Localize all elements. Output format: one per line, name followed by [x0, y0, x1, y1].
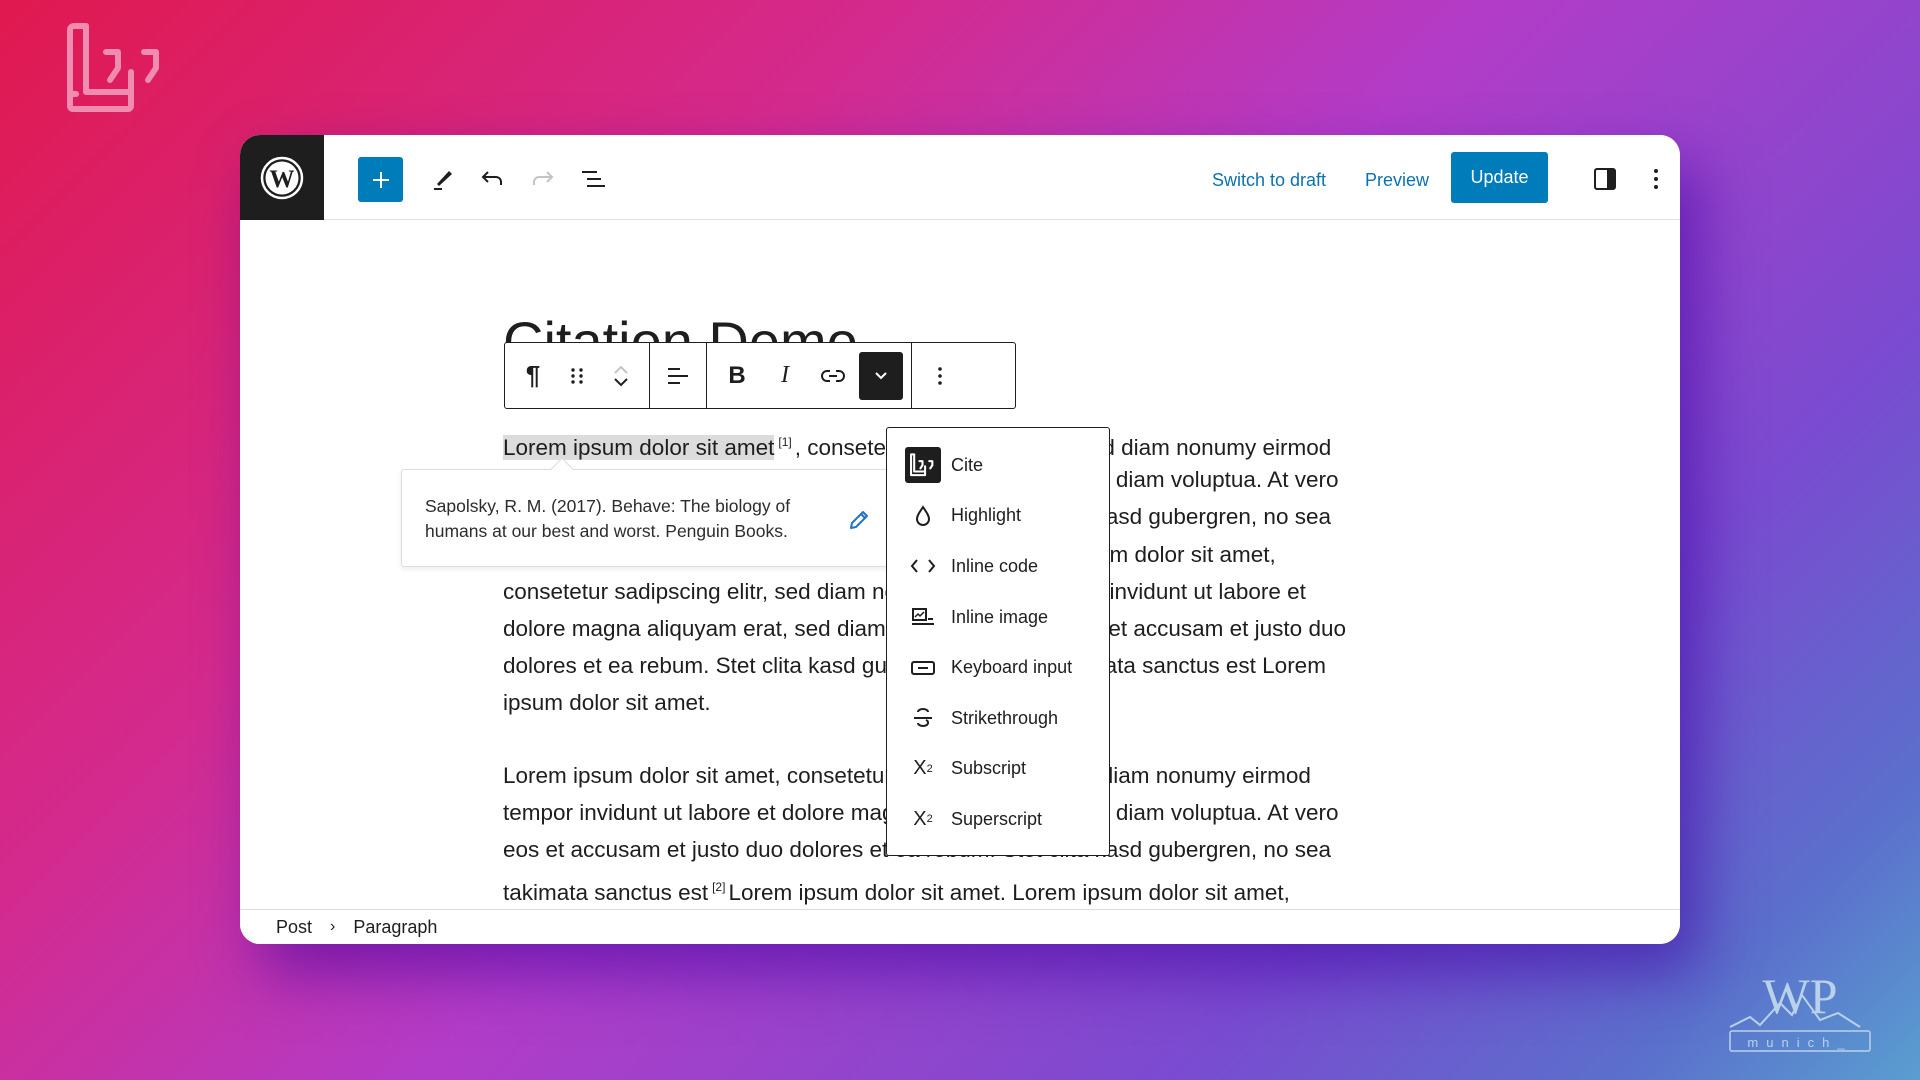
- menu-item-label: Inline code: [951, 555, 1039, 576]
- undo-button[interactable]: [470, 157, 514, 201]
- chevron-down-icon: [875, 371, 887, 379]
- tools-button[interactable]: [420, 157, 464, 201]
- italic-button[interactable]: I: [763, 352, 807, 400]
- citation-popover: Sapolsky, R. M. (2017). Behave: The biol…: [401, 457, 890, 567]
- menu-item-subscript[interactable]: X2 Subscript: [887, 744, 1109, 795]
- cite-icon: [905, 447, 941, 484]
- block-options-button[interactable]: [918, 352, 962, 400]
- format-dropdown-menu: Cite Highlight Inline code Inline image …: [886, 427, 1110, 856]
- align-button[interactable]: [656, 352, 700, 400]
- menu-item-keyboard-input[interactable]: Keyboard input: [887, 642, 1109, 693]
- more-formats-button[interactable]: [859, 351, 903, 400]
- move-up-icon[interactable]: [612, 364, 630, 376]
- menu-item-inline-image[interactable]: Inline image: [887, 592, 1109, 643]
- bold-icon: B: [728, 361, 746, 389]
- block-toolbar-group-format: B I: [707, 343, 912, 408]
- image-icon: [905, 599, 941, 635]
- menu-item-superscript[interactable]: X2 Superscript: [887, 794, 1109, 845]
- wordpress-logo-button[interactable]: W: [240, 135, 324, 220]
- block-toolbar-group-block: ¶: [505, 343, 650, 408]
- preview-button[interactable]: Preview: [1365, 163, 1429, 197]
- editor-header: W Switch to draft Preview Update: [240, 135, 1680, 220]
- link-button[interactable]: [811, 352, 855, 400]
- menu-item-strikethrough[interactable]: Strikethrough: [887, 693, 1109, 744]
- watermark-text: WP: [1763, 968, 1838, 1024]
- editor-window: W Switch to draft Preview Update Lorem i…: [240, 135, 1680, 944]
- menu-item-label: Highlight: [951, 505, 1022, 526]
- subscript-icon: X2: [913, 757, 933, 780]
- edit-citation-pencil-icon[interactable]: [846, 506, 872, 532]
- cite-brand-logo-icon: [67, 23, 159, 112]
- menu-item-label: Strikethrough: [951, 707, 1059, 728]
- redo-icon: [533, 171, 554, 185]
- undo-icon: [481, 171, 502, 185]
- sidebar-toggle-icon: [1594, 168, 1616, 190]
- pencil-icon: [434, 171, 452, 190]
- droplet-icon: [905, 498, 941, 534]
- move-down-icon[interactable]: [612, 376, 630, 388]
- list-view-icon: [582, 171, 605, 187]
- menu-item-highlight[interactable]: Highlight: [887, 491, 1109, 542]
- drag-handle-icon: [571, 367, 583, 384]
- superscript-icon: X2: [913, 807, 933, 830]
- selected-text[interactable]: Lorem ipsum dolor sit amet: [503, 435, 775, 460]
- citation-text: Sapolsky, R. M. (2017). Behave: The biol…: [425, 496, 791, 541]
- link-icon: [821, 369, 845, 382]
- menu-item-label: Superscript: [951, 808, 1043, 829]
- menu-item-label: Subscript: [951, 758, 1027, 779]
- menu-item-inline-code[interactable]: Inline code: [887, 541, 1109, 592]
- citation-reference[interactable]: [1]: [778, 435, 791, 449]
- switch-to-draft-button[interactable]: Switch to draft: [1212, 163, 1326, 197]
- citation-reference[interactable]: [2]: [712, 880, 725, 894]
- menu-item-cite[interactable]: Cite: [887, 440, 1109, 491]
- strikethrough-icon: [905, 700, 941, 736]
- options-button[interactable]: [1634, 157, 1678, 201]
- bold-button[interactable]: B: [715, 352, 759, 400]
- more-vertical-icon: [938, 366, 942, 385]
- block-mover: [599, 352, 643, 400]
- update-button[interactable]: Update: [1451, 152, 1548, 203]
- menu-item-label: Inline image: [951, 606, 1049, 627]
- menu-item-label: Cite: [951, 454, 984, 475]
- wp-munich-watermark-icon: WP munich_: [1729, 968, 1871, 1052]
- paragraph-icon: ¶: [525, 360, 541, 390]
- more-vertical-icon: [1654, 169, 1658, 189]
- redo-button[interactable]: [521, 157, 565, 201]
- align-left-icon: [668, 367, 688, 384]
- block-toolbar-group-options: [912, 343, 968, 408]
- menu-item-label: Keyboard input: [951, 657, 1073, 678]
- block-type-button[interactable]: ¶: [511, 352, 555, 400]
- keyboard-icon: [905, 650, 941, 686]
- italic-icon: I: [781, 362, 789, 388]
- drag-handle[interactable]: [555, 352, 599, 400]
- breadcrumb: Post › Paragraph: [240, 909, 1680, 944]
- add-block-button[interactable]: [358, 157, 403, 202]
- code-icon: [905, 548, 941, 584]
- settings-sidebar-button[interactable]: [1583, 157, 1627, 201]
- editor-canvas[interactable]: Citation Demo Lorem ipsum dolor sit amet…: [240, 221, 1680, 909]
- list-view-button[interactable]: [571, 157, 615, 201]
- plus-icon: [372, 171, 389, 188]
- wordpress-logo-icon: W: [260, 156, 304, 199]
- breadcrumb-item-post[interactable]: Post: [276, 917, 312, 938]
- svg-text:W: W: [270, 166, 295, 193]
- block-toolbar-group-align: [650, 343, 707, 408]
- breadcrumb-item-paragraph[interactable]: Paragraph: [353, 917, 437, 938]
- breadcrumb-separator: ›: [330, 918, 336, 935]
- watermark-subtext: munich_: [1747, 1035, 1852, 1050]
- paragraph-line: takimata sanctus est [2] Lorem ipsum dolor…: [503, 879, 1290, 905]
- block-toolbar: ¶ B I: [504, 342, 1016, 409]
